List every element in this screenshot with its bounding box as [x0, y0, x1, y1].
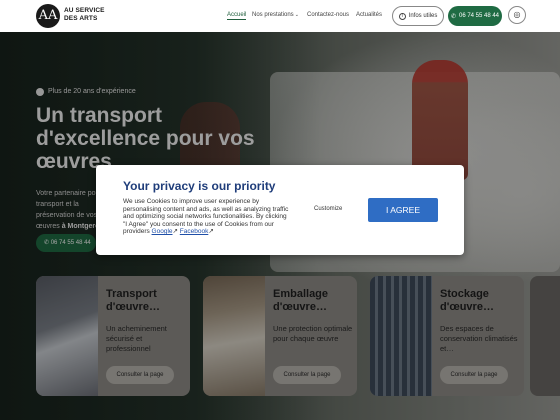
- nav-item-accueil[interactable]: Accueil: [227, 12, 247, 20]
- globe-icon[interactable]: ◎: [508, 6, 526, 24]
- phone-button[interactable]: ✆ 06 74 55 48 44: [448, 6, 502, 26]
- brand-name: AU SERVICE DES ARTS: [64, 7, 105, 23]
- consent-body: We use Cookies to improve user experienc…: [123, 198, 289, 236]
- brand-line-1: AU SERVICE: [64, 7, 105, 14]
- consent-title: Your privacy is our priority: [123, 179, 276, 193]
- info-button[interactable]: i Infos utiles: [392, 6, 444, 26]
- agree-button[interactable]: I AGREE: [368, 198, 438, 222]
- google-link[interactable]: Google: [152, 228, 173, 235]
- external-link-icon: ↗: [208, 228, 214, 235]
- nav-item-prestations[interactable]: Nos prestations⌄: [252, 12, 299, 18]
- external-link-icon: ↗: [172, 228, 178, 235]
- chevron-down-icon: ⌄: [294, 12, 299, 18]
- phone-button-label: 06 74 55 48 44: [458, 13, 500, 19]
- nav-item-contact[interactable]: Contactez-nous: [307, 12, 349, 18]
- brand-line-2: DES ARTS: [64, 15, 98, 22]
- logo[interactable]: AA: [36, 4, 60, 28]
- customize-button[interactable]: Customize: [314, 206, 342, 212]
- phone-icon: ✆: [450, 13, 456, 20]
- info-button-label: Infos utiles: [408, 13, 438, 19]
- info-icon: i: [398, 12, 406, 20]
- nav-item-prestations-label: Nos prestations: [252, 12, 294, 18]
- cookie-consent-dialog: Your privacy is our priority We use Cook…: [96, 165, 464, 255]
- facebook-link[interactable]: Facebook: [180, 228, 209, 235]
- nav-item-actualites[interactable]: Actualités: [356, 12, 382, 18]
- site-header: AA AU SERVICE DES ARTS Accueil Nos prest…: [0, 0, 560, 32]
